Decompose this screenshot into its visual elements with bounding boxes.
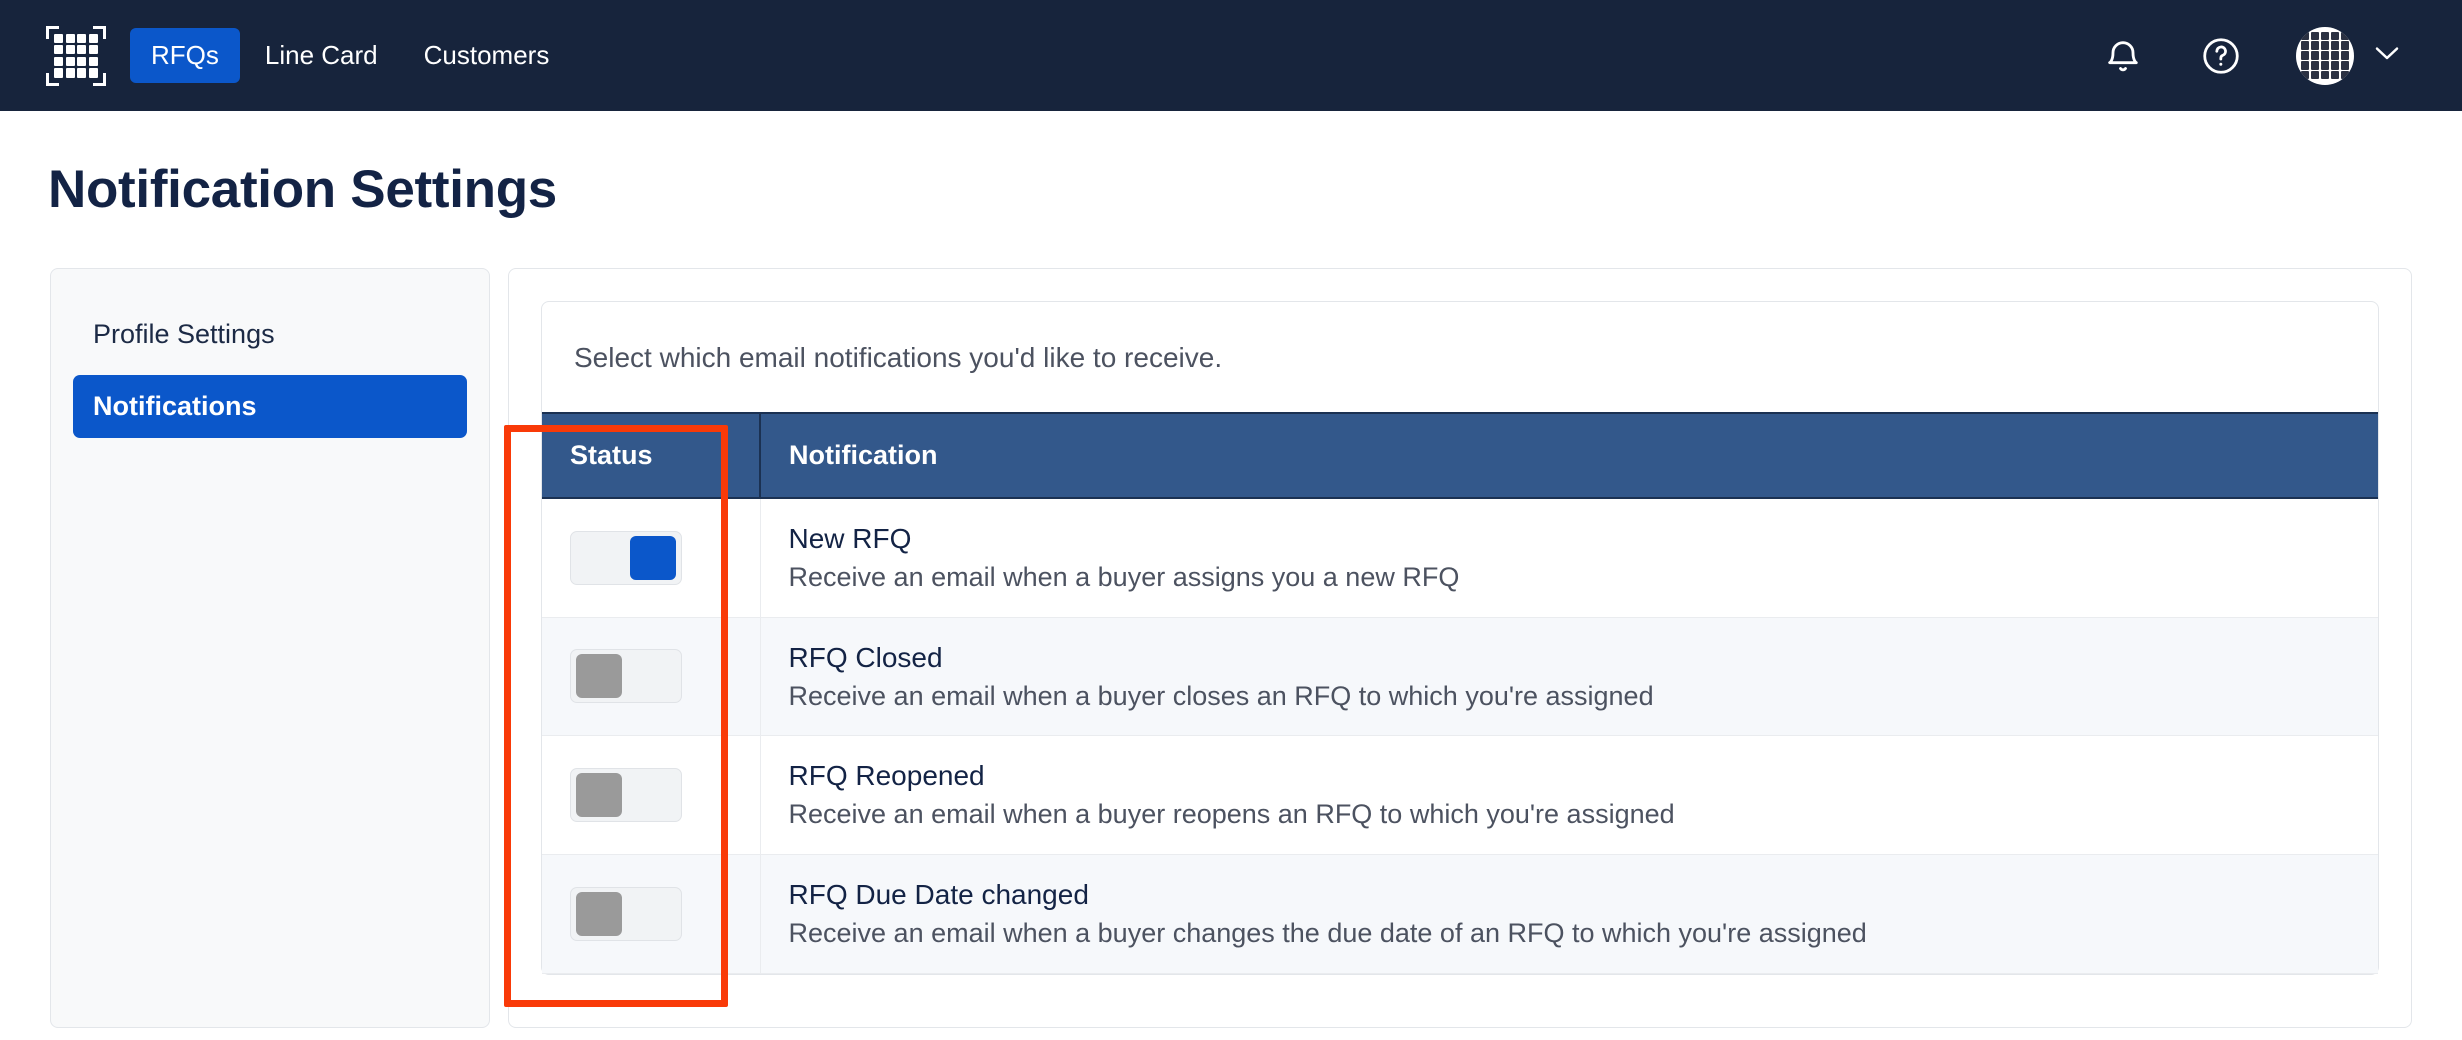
toggle-rfq-due-date-changed[interactable] [570, 886, 682, 941]
panel-intro-text: Select which email notifications you'd l… [574, 342, 1223, 373]
notifications-content-card: Select which email notifications you'd l… [504, 268, 2412, 1028]
notification-description: Receive an email when a buyer assigns yo… [788, 561, 1460, 592]
settings-layout: Profile Settings Notifications Select wh… [50, 268, 2412, 1028]
status-cell [542, 854, 761, 974]
page-title: Notification Settings [48, 160, 557, 219]
notification-title: RFQ Reopened [788, 760, 985, 792]
toggle-knob [576, 891, 622, 936]
logo-grid-cells [54, 33, 98, 78]
notification-description: Receive an email when a buyer reopens an… [788, 799, 1675, 830]
status-cell [542, 497, 761, 618]
table-row: RFQ Due Date changed Receive an email wh… [542, 854, 2378, 974]
nav-item-rfqs[interactable]: RFQs [130, 27, 240, 84]
top-navigation-bar: RFQs Line Card Customers [0, 0, 2462, 111]
toggle-new-rfq[interactable] [570, 530, 682, 585]
notification-title: New RFQ [788, 522, 912, 554]
account-menu[interactable] [2296, 26, 2402, 85]
chevron-down-icon [2372, 43, 2402, 68]
notification-description: Receive an email when a buyer closes an … [788, 680, 1654, 711]
nav-item-line-card[interactable]: Line Card [244, 28, 399, 83]
toggle-knob [630, 535, 676, 580]
sidebar-item-notifications[interactable]: Notifications [73, 375, 467, 438]
status-cell [542, 735, 761, 856]
status-cell [542, 617, 761, 737]
notification-cell: RFQ Reopened Receive an email when a buy… [760, 735, 2378, 856]
bell-icon[interactable] [2100, 33, 2146, 79]
nav-item-customers[interactable]: Customers [403, 28, 571, 83]
toggle-rfq-reopened[interactable] [570, 768, 682, 823]
table-row: New RFQ Receive an email when a buyer as… [542, 497, 2378, 618]
notification-cell: RFQ Due Date changed Receive an email wh… [760, 854, 2378, 974]
settings-sidebar: Profile Settings Notifications [50, 268, 490, 1028]
toggle-knob [576, 654, 622, 699]
notification-description: Receive an email when a buyer changes th… [788, 918, 1867, 949]
column-header-status: Status [542, 412, 761, 499]
sidebar-item-profile-settings[interactable]: Profile Settings [73, 303, 467, 365]
nav-right-actions [2100, 26, 2402, 85]
user-avatar-grid [2296, 26, 2354, 85]
notification-settings-table: Status Notification New RFQ Receive an e… [542, 412, 2378, 974]
notification-cell: RFQ Closed Receive an email when a buyer… [760, 617, 2378, 737]
table-row: RFQ Closed Receive an email when a buyer… [542, 617, 2378, 737]
question-circle-icon[interactable] [2198, 33, 2244, 79]
notifications-panel: Select which email notifications you'd l… [541, 301, 2379, 975]
notification-title: RFQ Closed [788, 641, 943, 673]
primary-nav-items: RFQs Line Card Customers [130, 27, 571, 84]
toggle-rfq-closed[interactable] [570, 649, 682, 704]
table-row: RFQ Reopened Receive an email when a buy… [542, 735, 2378, 856]
notification-cell: New RFQ Receive an email when a buyer as… [760, 497, 2378, 618]
notification-title: RFQ Due Date changed [788, 879, 1089, 911]
table-header-row: Status Notification [542, 412, 2378, 499]
column-header-notification: Notification [760, 412, 2378, 499]
toggle-knob [576, 773, 622, 818]
grid-logo[interactable] [46, 25, 106, 86]
